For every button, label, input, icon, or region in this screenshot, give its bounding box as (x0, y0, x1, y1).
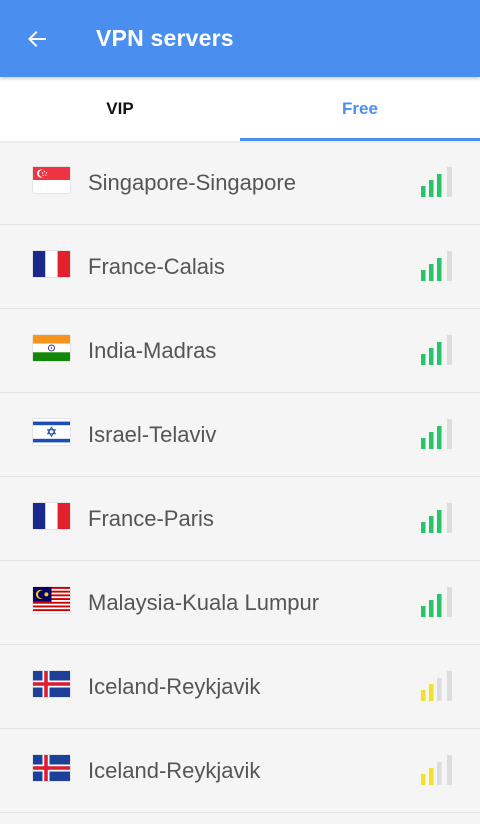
server-name: Malaysia-Kuala Lumpur (88, 590, 320, 615)
server-row[interactable]: India-Madras (0, 309, 480, 393)
iceland-flag-icon (33, 755, 70, 781)
server-name: India-Madras (88, 338, 217, 363)
signal-strength-icon (421, 419, 457, 449)
server-row[interactable]: France-Calais (0, 225, 480, 309)
server-row[interactable]: Iceland-Reykjavik (0, 729, 480, 813)
india-flag-icon (33, 335, 70, 361)
server-row[interactable]: Israel-Telaviv (0, 393, 480, 477)
back-button[interactable] (0, 0, 74, 77)
signal-strength-icon (421, 587, 457, 617)
server-list: Singapore-Singapore France-Calais India-… (0, 141, 480, 824)
iceland-flag-icon (33, 671, 70, 697)
server-row[interactable]: France-Paris (0, 477, 480, 561)
signal-strength-icon (421, 167, 457, 197)
singapore-flag-icon (33, 167, 70, 193)
server-row[interactable]: Singapore-Singapore (0, 141, 480, 225)
server-row[interactable]: Malaysia-Kuala Lumpur (0, 561, 480, 645)
signal-strength-icon (421, 671, 457, 701)
server-row[interactable]: Iceland-Reykjavik (0, 645, 480, 729)
signal-strength-icon (421, 755, 457, 785)
tab-vip[interactable]: VIP (0, 77, 240, 141)
arrow-left-icon (25, 27, 49, 51)
israel-flag-icon (33, 419, 70, 445)
tab-free[interactable]: Free (240, 77, 480, 141)
server-name: France-Paris (88, 506, 214, 531)
tab-bar: VIP Free (0, 77, 480, 141)
server-name: Iceland-Reykjavik (88, 674, 261, 699)
signal-strength-icon (421, 335, 457, 365)
france-flag-icon (33, 503, 70, 529)
server-name: Iceland-Reykjavik (88, 758, 261, 783)
server-name: Israel-Telaviv (88, 422, 217, 447)
page-title: VPN servers (96, 25, 234, 51)
france-flag-icon (33, 251, 70, 277)
app-bar: VPN servers (0, 0, 480, 77)
server-name: France-Calais (88, 254, 225, 279)
malaysia-flag-icon (33, 587, 70, 613)
signal-strength-icon (421, 503, 457, 533)
server-name: Singapore-Singapore (88, 170, 296, 195)
signal-strength-icon (421, 251, 457, 281)
